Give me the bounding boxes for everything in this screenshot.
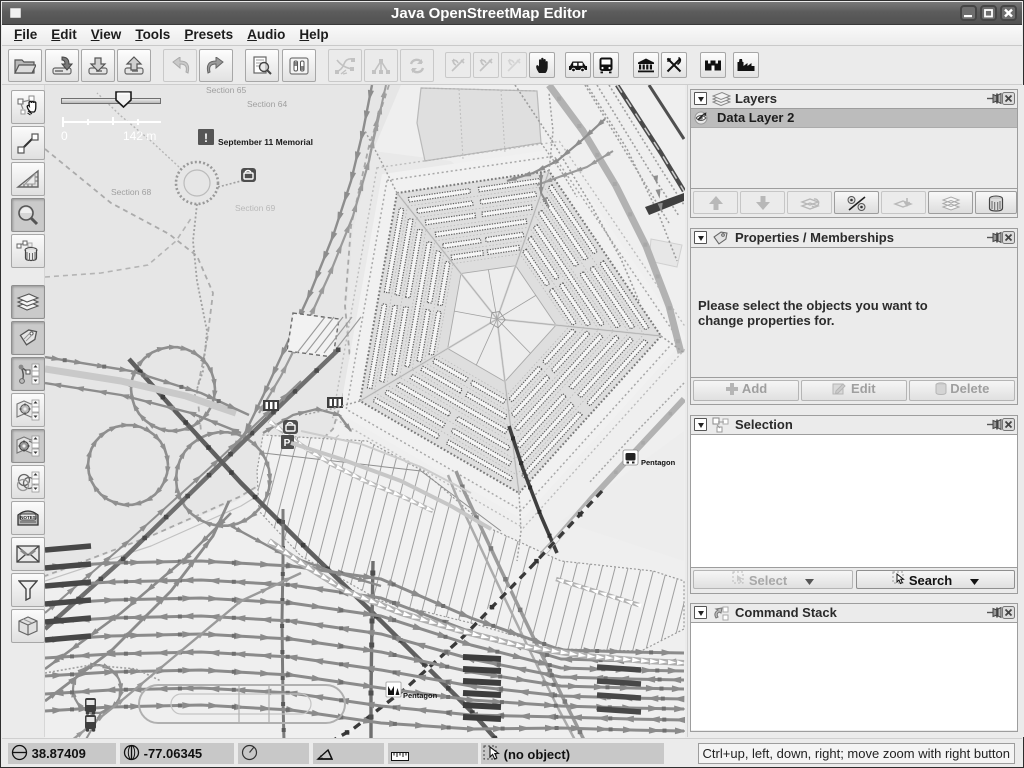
svg-text:NOTES: NOTES [20, 515, 36, 520]
svg-text:Pentagon: Pentagon [403, 691, 438, 700]
svg-text:P: P [284, 438, 291, 449]
svg-text:Section 65: Section 65 [206, 85, 246, 95]
svg-text:Pentagon: Pentagon [641, 458, 676, 467]
svg-text:!: ! [204, 131, 208, 145]
svg-text:Section 64: Section 64 [247, 99, 287, 109]
svg-text:Section 69: Section 69 [235, 203, 275, 213]
svg-text:Section 68: Section 68 [111, 187, 151, 197]
svg-text:142 m: 142 m [123, 129, 156, 143]
svg-text:September 11 Memorial: September 11 Memorial [218, 137, 313, 147]
svg-text:0: 0 [61, 129, 68, 143]
